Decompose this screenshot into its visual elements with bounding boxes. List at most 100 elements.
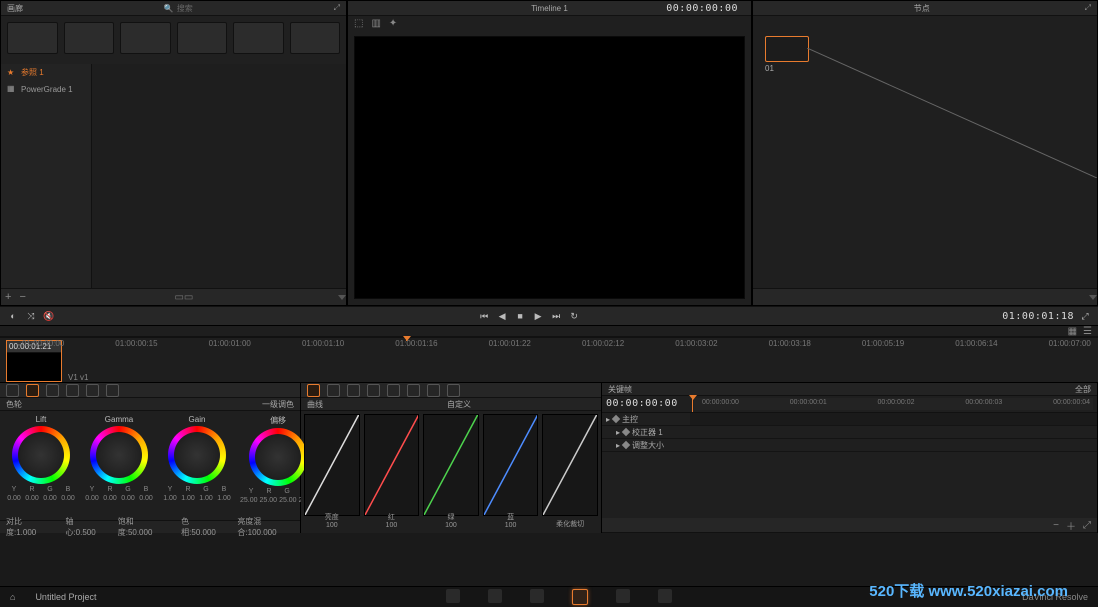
play-button[interactable]: ▶	[531, 309, 545, 323]
transport-bar: ◐ ⤨ 🔇 ⏮ ◀ ■ ▶ ⏭ ↻ 01:00:01:18 ⤢	[0, 306, 1098, 325]
tool-log[interactable]	[66, 384, 79, 397]
picker-icon[interactable]: ⬚	[354, 18, 363, 29]
tool-stereo[interactable]	[447, 384, 460, 397]
color-wheel-lift[interactable]: LiftYRGB0.000.000.000.00	[6, 415, 76, 516]
page-fusion[interactable]	[530, 589, 544, 603]
transport-timecode[interactable]: 01:00:01:18	[1002, 311, 1074, 322]
wheel-values: 0.000.000.000.00	[84, 495, 154, 502]
curve-softclip[interactable]: 柔化裁切	[542, 414, 598, 516]
tool-primaries-bars[interactable]	[46, 384, 59, 397]
wheel-label: 偏移	[270, 415, 286, 426]
highlight-icon[interactable]: ✦	[389, 18, 397, 29]
timeline-grid-icon[interactable]: ▦	[1068, 326, 1077, 337]
status-field[interactable]: 亮度混合:100.000	[237, 516, 294, 538]
gallery-add-button[interactable]: +	[1, 291, 15, 303]
gallery-title: 画廊	[7, 3, 23, 14]
expand-viewer-icon[interactable]: ⤢	[1078, 309, 1092, 323]
tool-blur[interactable]	[387, 384, 400, 397]
split-icon[interactable]: ▥	[371, 18, 380, 29]
page-media[interactable]	[446, 589, 460, 603]
status-field[interactable]: 饱和度:50.000	[118, 516, 163, 538]
mini-playhead[interactable]	[406, 337, 407, 341]
chevron-down-icon[interactable]	[338, 295, 346, 300]
curves-mode[interactable]: 自定义	[447, 399, 471, 410]
page-deliver[interactable]	[658, 589, 672, 603]
still-thumb[interactable]	[7, 22, 58, 54]
color-wheel-gain[interactable]: GainYRGB1.001.001.001.00	[162, 415, 232, 516]
next-clip-button[interactable]: ⏭	[549, 309, 563, 323]
step-back-button[interactable]: ◀	[495, 309, 509, 323]
page-fairlight[interactable]	[616, 589, 630, 603]
tool-key[interactable]	[407, 384, 420, 397]
track-expand-icon[interactable]: ▸	[606, 415, 610, 424]
nodes-canvas[interactable]: 01	[753, 16, 1097, 288]
tool-window[interactable]	[347, 384, 360, 397]
status-field[interactable]: 对比度:1.000	[6, 516, 47, 538]
shuffle-icon[interactable]: ⤨	[24, 309, 38, 323]
wheels-mode[interactable]: 一级调色	[262, 399, 294, 410]
viewer-canvas[interactable]	[354, 36, 745, 299]
mute-icon[interactable]: 🔇	[42, 309, 56, 323]
curve-绿[interactable]: 绿100	[423, 414, 479, 516]
keyframe-diamond-icon[interactable]	[612, 415, 620, 423]
loop-button[interactable]: ↻	[567, 309, 581, 323]
tool-camera-raw[interactable]	[6, 384, 19, 397]
keyframe-diamond-icon[interactable]	[622, 428, 630, 436]
status-field[interactable]: 轴心:0.500	[65, 516, 99, 538]
curve-蓝[interactable]: 蓝100	[483, 414, 539, 516]
gallery-view-icon[interactable]: ▭▭	[174, 292, 193, 303]
tool-rgb-mixer[interactable]	[86, 384, 99, 397]
curve-红[interactable]: 红100	[364, 414, 420, 516]
nodes-expand-icon[interactable]: ⤢	[1085, 3, 1091, 13]
still-thumb[interactable]	[233, 22, 284, 54]
kf-fit-icon[interactable]: ⤢	[1083, 520, 1091, 531]
wheel-dial[interactable]	[12, 426, 70, 484]
still-thumb[interactable]	[64, 22, 115, 54]
wheel-dial[interactable]	[168, 426, 226, 484]
ruler-tick: 01:00:06:14	[955, 339, 997, 348]
gallery-remove-button[interactable]: −	[15, 291, 29, 303]
kf-playhead[interactable]	[692, 396, 693, 412]
gallery-body[interactable]	[92, 64, 346, 288]
tool-color-wheels[interactable]	[26, 384, 39, 397]
curve-label: 绿100	[424, 512, 478, 529]
kf-zoom-out-icon[interactable]: −	[1053, 520, 1059, 531]
still-thumb[interactable]	[120, 22, 171, 54]
color-node[interactable]	[765, 36, 809, 62]
track-expand-icon[interactable]: ▸	[616, 441, 620, 450]
status-field[interactable]: 色相:50.000	[181, 516, 219, 538]
project-name[interactable]: Untitled Project	[25, 592, 106, 602]
kf-zoom-in-icon[interactable]: ＋	[1066, 518, 1076, 533]
page-color[interactable]	[572, 589, 588, 605]
mini-ruler[interactable]: 01:00:00:0001:00:00:1501:00:01:0001:00:0…	[0, 336, 1098, 338]
prev-clip-button[interactable]: ⏮	[477, 309, 491, 323]
timeline-list-icon[interactable]: ☰	[1083, 326, 1092, 337]
sidebar-item-powergrade[interactable]: ▦ PowerGrade 1	[1, 81, 91, 97]
kf-ruler[interactable]: 00:00:00:0000:00:00:0100:00:00:0200:00:0…	[694, 398, 1093, 410]
tool-qualifier[interactable]	[327, 384, 340, 397]
curve-亮度[interactable]: 亮度100	[304, 414, 360, 516]
keyframes-mode[interactable]: 全部	[1075, 384, 1091, 395]
color-wheel-gamma[interactable]: GammaYRGB0.000.000.000.00	[84, 415, 154, 516]
track-expand-icon[interactable]: ▸	[616, 428, 620, 437]
tool-curves[interactable]	[307, 384, 320, 397]
keyframe-diamond-icon[interactable]	[622, 441, 630, 449]
search-placeholder[interactable]: 搜索	[177, 3, 193, 14]
tool-sizing[interactable]	[427, 384, 440, 397]
stop-button[interactable]: ■	[513, 309, 527, 323]
home-button[interactable]: ⌂	[0, 592, 25, 602]
tool-tracker[interactable]	[367, 384, 380, 397]
gallery-expand-icon[interactable]: ⤢	[334, 3, 340, 13]
tool-motion[interactable]	[106, 384, 119, 397]
still-thumb[interactable]	[177, 22, 228, 54]
wheel-dial[interactable]	[249, 428, 307, 486]
sidebar-item-stills[interactable]: ★ 参照 1	[1, 64, 91, 81]
bypass-icon[interactable]: ◐	[6, 309, 20, 323]
wheel-dial[interactable]	[90, 426, 148, 484]
search-icon[interactable]: 🔍	[164, 4, 174, 13]
page-edit[interactable]	[488, 589, 502, 603]
kf-master-track[interactable]	[690, 413, 1097, 425]
chevron-down-icon[interactable]	[1089, 295, 1097, 300]
mini-timeline: ▦ ☰ 01:00:00:0001:00:00:1501:00:01:0001:…	[0, 325, 1098, 382]
still-thumb[interactable]	[290, 22, 341, 54]
